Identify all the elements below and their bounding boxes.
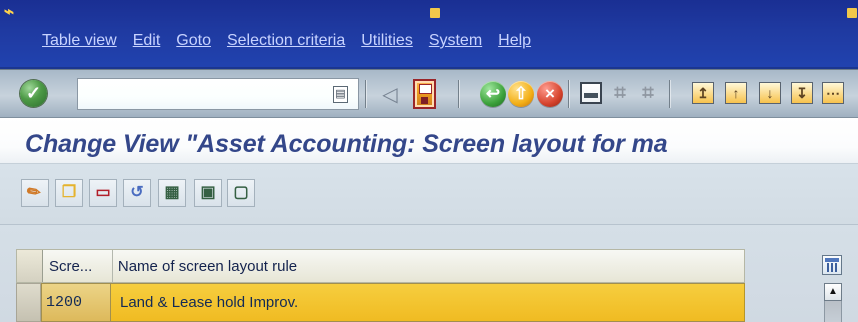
sap-logo-icon: ⌁ bbox=[3, 1, 15, 21]
select-all-icon[interactable]: ▦ bbox=[158, 179, 186, 207]
menu-edit[interactable]: Edit bbox=[133, 33, 161, 49]
back-icon[interactable]: ↩ bbox=[480, 81, 506, 107]
table-row[interactable]: 1200 Land & Lease hold Improv. bbox=[16, 283, 745, 322]
menu-help[interactable]: Help bbox=[498, 33, 531, 49]
toolbar-separator-3 bbox=[568, 80, 569, 108]
command-field-icon: ▤ bbox=[333, 86, 348, 103]
row-selector[interactable] bbox=[16, 283, 41, 322]
title-area: Change View "Asset Accounting: Screen la… bbox=[0, 118, 858, 164]
find-icon[interactable]: ⌗ bbox=[609, 82, 631, 104]
deselect-icon[interactable]: ▢ bbox=[227, 179, 255, 207]
screen-layout-table: Scre... Name of screen layout rule 1200 … bbox=[16, 249, 745, 322]
vertical-scrollbar[interactable] bbox=[824, 301, 842, 322]
column-header-name[interactable]: Name of screen layout rule bbox=[113, 250, 744, 282]
table-header-row: Scre... Name of screen layout rule bbox=[16, 249, 745, 283]
menu-goto[interactable]: Goto bbox=[176, 33, 211, 49]
table-area: Scre... Name of screen layout rule 1200 … bbox=[0, 225, 858, 322]
column-header-screen-layout[interactable]: Scre... bbox=[43, 250, 113, 282]
command-input[interactable] bbox=[78, 79, 358, 109]
nav-left-icon[interactable]: ◁ bbox=[382, 83, 398, 106]
menu-selection-criteria[interactable]: Selection criteria bbox=[227, 33, 345, 49]
copy-icon[interactable]: ❐ bbox=[55, 179, 83, 207]
row-selector-header[interactable] bbox=[17, 250, 43, 282]
menu-bar: ⌁ Table view Edit Goto Selection criteri… bbox=[0, 0, 858, 69]
scroll-up-icon[interactable]: ▲ bbox=[824, 283, 842, 301]
toolbar-separator-1 bbox=[365, 80, 366, 108]
first-page-icon[interactable]: ↥ bbox=[692, 82, 714, 104]
screen-layout-code[interactable]: 1200 bbox=[41, 283, 111, 322]
next-page-icon[interactable]: ↓ bbox=[759, 82, 781, 104]
menu-marker-left-icon bbox=[430, 8, 440, 18]
command-field[interactable]: ▤ bbox=[77, 78, 359, 110]
delete-icon[interactable]: ▭ bbox=[89, 179, 117, 207]
table-settings-icon[interactable] bbox=[822, 255, 842, 275]
undo-icon[interactable]: ↺ bbox=[123, 179, 151, 207]
save-icon[interactable] bbox=[413, 79, 436, 109]
system-toolbar: ✓ ▤ ◁ ↩ ⇧ × ⌗ ⌗ ↥ ↑ ↓ ↧ ⋯ bbox=[0, 69, 858, 118]
exit-icon[interactable]: ⇧ bbox=[508, 81, 534, 107]
edit-pencil-icon[interactable]: ✎ bbox=[21, 179, 49, 207]
cancel-icon[interactable]: × bbox=[537, 81, 563, 107]
menu-system[interactable]: System bbox=[429, 33, 482, 49]
screen-layout-name[interactable]: Land & Lease hold Improv. bbox=[111, 283, 745, 322]
page-title: Change View "Asset Accounting: Screen la… bbox=[25, 130, 668, 158]
menu-items: Table view Edit Goto Selection criteria … bbox=[42, 33, 531, 49]
more-pages-icon[interactable]: ⋯ bbox=[822, 82, 844, 104]
menu-utilities[interactable]: Utilities bbox=[361, 33, 413, 49]
application-toolbar: ✎ ❐ ▭ ↺ ▦ ▣ ▢ bbox=[0, 164, 858, 225]
print-icon[interactable] bbox=[580, 82, 602, 104]
last-page-icon[interactable]: ↧ bbox=[791, 82, 813, 104]
enter-check-icon[interactable]: ✓ bbox=[20, 80, 47, 107]
select-block-icon[interactable]: ▣ bbox=[194, 179, 222, 207]
toolbar-separator-4 bbox=[669, 80, 670, 108]
toolbar-separator-2 bbox=[458, 80, 459, 108]
sap-window: ⌁ Table view Edit Goto Selection criteri… bbox=[0, 0, 858, 322]
menu-marker-right-icon bbox=[847, 8, 857, 18]
menu-table-view[interactable]: Table view bbox=[42, 33, 117, 49]
previous-page-icon[interactable]: ↑ bbox=[725, 82, 747, 104]
find-next-icon[interactable]: ⌗ bbox=[637, 82, 659, 104]
